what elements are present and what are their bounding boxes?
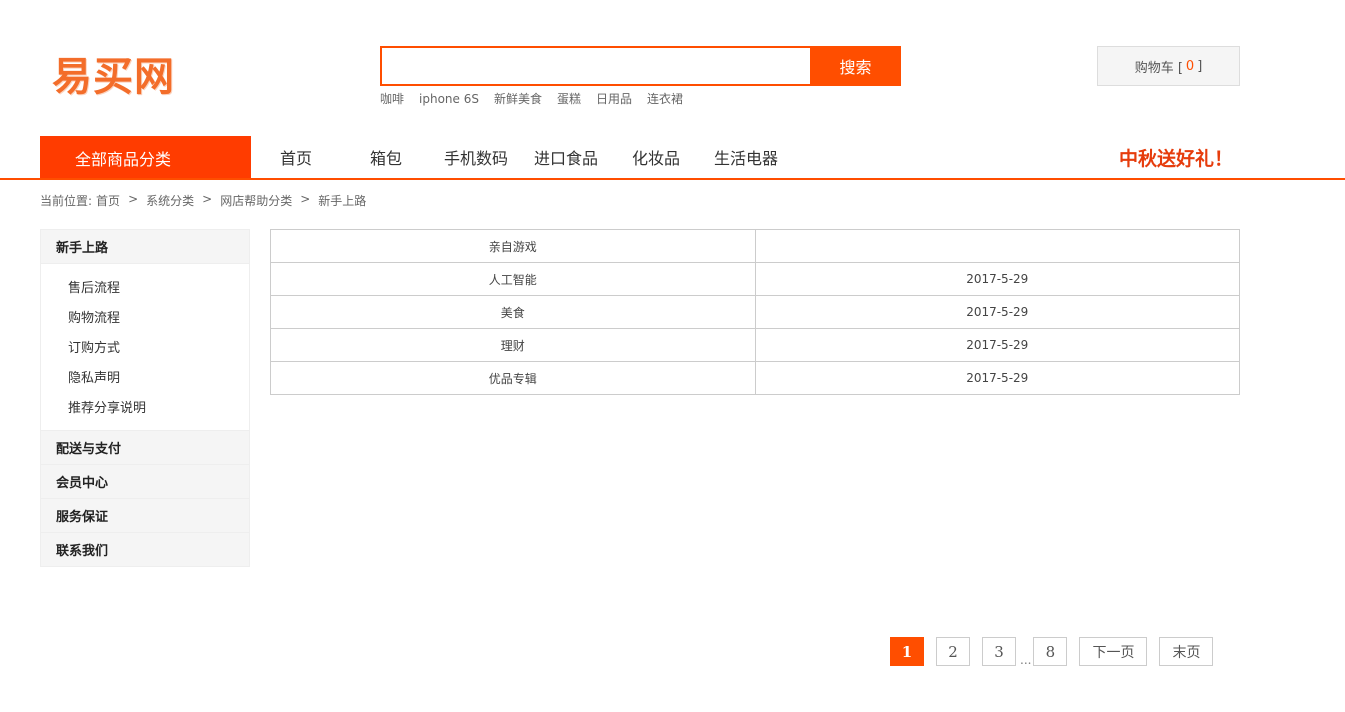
page-button-current[interactable]: 1 [890, 637, 924, 666]
breadcrumb-link[interactable]: 首页 [96, 192, 120, 209]
page-button[interactable]: 3 [982, 637, 1016, 666]
sidebar-group-service[interactable]: 服务保证 [41, 499, 249, 533]
sidebar-item-after-sales[interactable]: 售后流程 [41, 274, 249, 304]
sidebar-submenu: 售后流程 购物流程 订购方式 隐私声明 推荐分享说明 [41, 264, 249, 431]
article-title[interactable]: 优品专辑 [270, 361, 756, 395]
sidebar-item-order-method[interactable]: 订购方式 [41, 334, 249, 364]
pagination: 1 2 3 ... 8 下一页 末页 [890, 637, 1214, 667]
search-input[interactable] [382, 48, 812, 84]
article-date: 2017-5-29 [754, 328, 1240, 362]
help-sidebar: 新手上路 售后流程 购物流程 订购方式 隐私声明 推荐分享说明 配送与支付 会员… [40, 229, 250, 567]
sidebar-item-shopping-flow[interactable]: 购物流程 [41, 304, 249, 334]
sidebar-group-contact[interactable]: 联系我们 [41, 533, 249, 567]
sidebar-group-member[interactable]: 会员中心 [41, 465, 249, 499]
article-date: 2017-5-29 [754, 295, 1240, 329]
promo-text[interactable]: 中秋送好礼！ [1119, 144, 1233, 171]
all-categories-button[interactable]: 全部商品分类 [40, 136, 251, 179]
article-title[interactable]: 亲自游戏 [270, 229, 756, 263]
article-title[interactable]: 美食 [270, 295, 756, 329]
table-row: 理财 2017-5-29 [270, 328, 1240, 362]
article-table: 亲自游戏 人工智能 2017-5-29 美食 2017-5-29 理财 2017… [270, 229, 1240, 395]
cart-button[interactable]: 购物车 [ 0 ] [1097, 46, 1240, 86]
hot-word-link[interactable]: 咖啡 [380, 90, 404, 108]
article-title[interactable]: 人工智能 [270, 262, 756, 296]
article-date: 2017-5-29 [754, 262, 1240, 296]
breadcrumb-link[interactable]: 网店帮助分类 [220, 192, 292, 209]
hot-word-link[interactable]: 蛋糕 [557, 90, 581, 108]
search-button[interactable]: 搜索 [810, 46, 901, 86]
hot-word-link[interactable]: 日用品 [596, 90, 632, 108]
nav-item-home[interactable]: 首页 [251, 145, 341, 169]
breadcrumb-prefix: 当前位置: [40, 194, 93, 208]
page-button[interactable]: 2 [936, 637, 970, 666]
table-row: 美食 2017-5-29 [270, 295, 1240, 329]
cart-suffix: ] [1197, 58, 1203, 74]
hot-word-link[interactable]: iphone 6S [419, 90, 479, 108]
breadcrumb-separator: > [300, 192, 311, 206]
sidebar-group-delivery[interactable]: 配送与支付 [41, 431, 249, 465]
nav-divider [0, 178, 1345, 180]
breadcrumb: 当前位置: 首页 > 系统分类 > 网店帮助分类 > 新手上路 [40, 192, 366, 209]
table-row: 人工智能 2017-5-29 [270, 262, 1240, 296]
end-page-button[interactable]: 末页 [1159, 637, 1214, 666]
nav-item-cosmetics[interactable]: 化妆品 [611, 145, 701, 169]
breadcrumb-link[interactable]: 系统分类 [146, 192, 194, 209]
article-date [754, 229, 1240, 263]
page-ellipsis: ... [1020, 653, 1032, 667]
sidebar-item-referral[interactable]: 推荐分享说明 [41, 394, 249, 424]
table-row: 优品专辑 2017-5-29 [270, 361, 1240, 395]
hot-word-link[interactable]: 连衣裙 [647, 90, 683, 108]
search-box [380, 46, 812, 86]
breadcrumb-separator: > [128, 192, 139, 206]
page-button-last[interactable]: 8 [1033, 637, 1068, 666]
hot-word-link[interactable]: 新鲜美食 [494, 90, 542, 108]
cart-label: 购物车 [ [1134, 60, 1183, 76]
hot-search-words: 咖啡 iphone 6S 新鲜美食 蛋糕 日用品 连衣裙 [380, 90, 698, 108]
nav-item-bags[interactable]: 箱包 [341, 145, 431, 169]
nav-item-digital[interactable]: 手机数码 [431, 145, 521, 169]
sidebar-item-privacy[interactable]: 隐私声明 [41, 364, 249, 394]
site-logo[interactable]: 易买网 [52, 44, 175, 102]
table-row: 亲自游戏 [270, 229, 1240, 263]
nav-item-appliances[interactable]: 生活电器 [701, 145, 791, 169]
cart-count: 0 [1185, 58, 1195, 74]
breadcrumb-current: 新手上路 [318, 194, 367, 208]
sidebar-group-newbie[interactable]: 新手上路 [41, 230, 249, 264]
main-nav: 首页 箱包 手机数码 进口食品 化妆品 生活电器 [251, 136, 791, 178]
breadcrumb-separator: > [202, 192, 213, 206]
nav-item-imported-food[interactable]: 进口食品 [521, 145, 611, 169]
article-date: 2017-5-29 [754, 361, 1240, 395]
article-title[interactable]: 理财 [270, 328, 756, 362]
next-page-button[interactable]: 下一页 [1079, 637, 1148, 666]
